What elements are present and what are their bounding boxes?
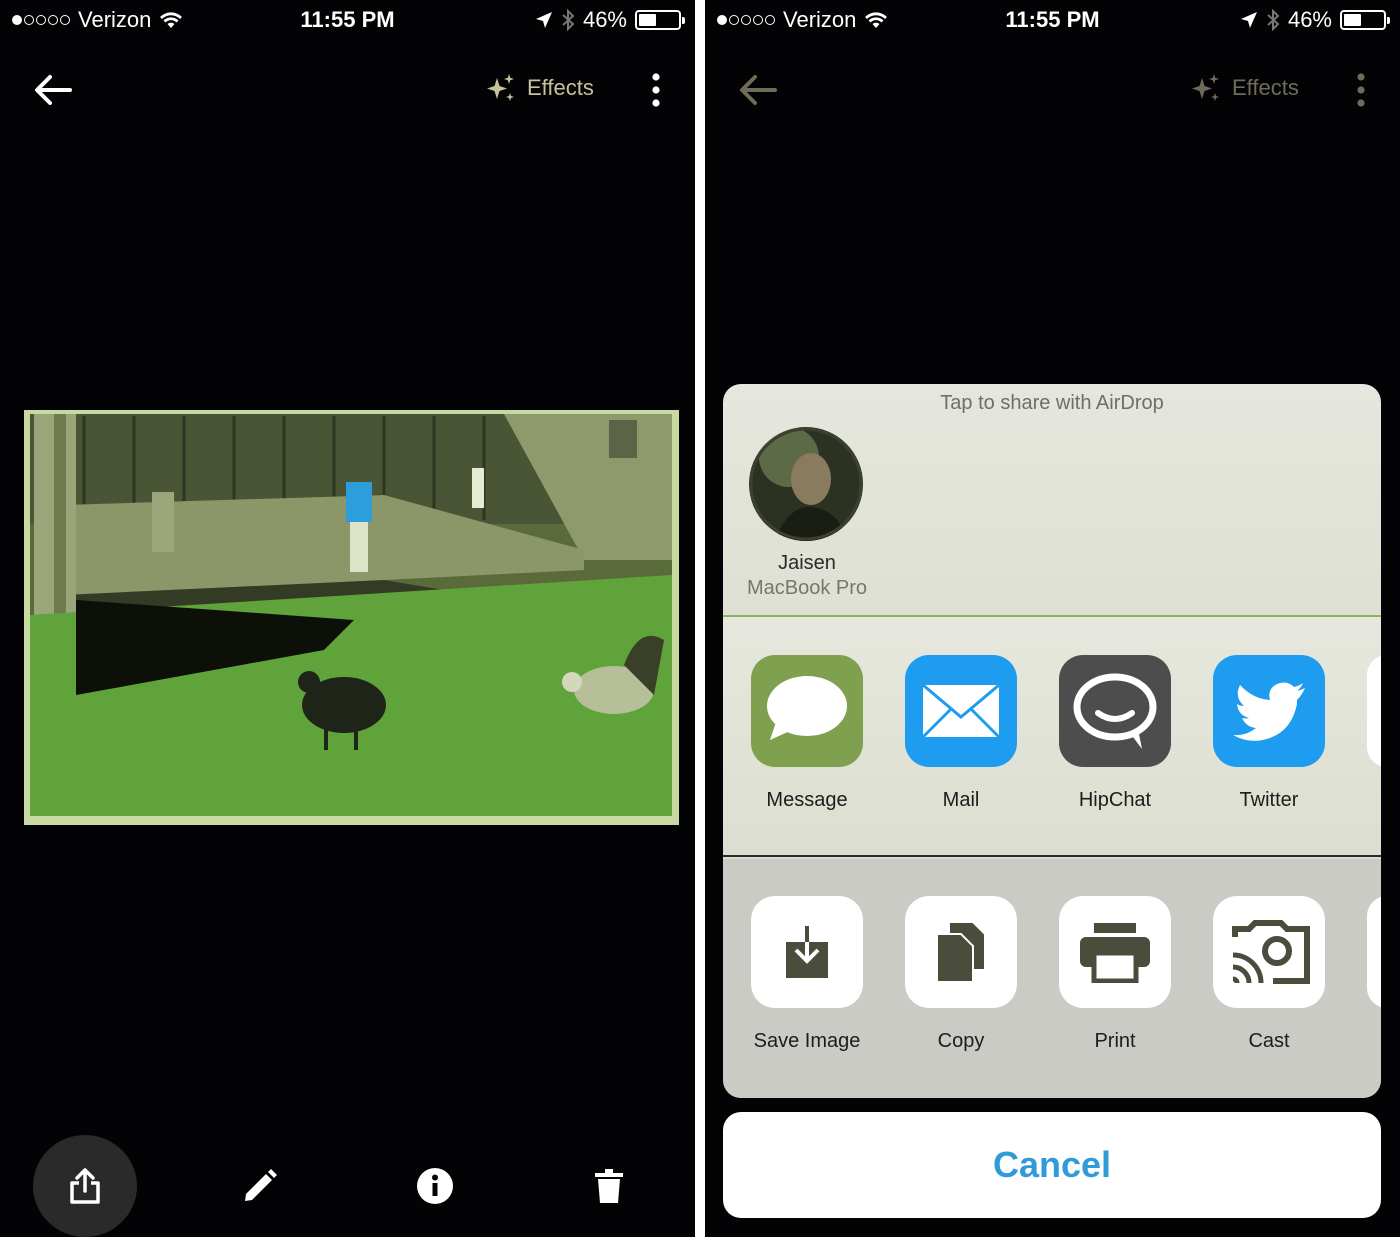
battery-icon (1340, 10, 1390, 30)
bluetooth-icon (562, 9, 575, 31)
share-app-message[interactable]: Message (751, 655, 863, 812)
more-options-icon[interactable] (1345, 72, 1377, 108)
airdrop-section: Tap to share with AirDrop Jaisen MacBook… (723, 384, 1381, 617)
action-label: Print (1094, 1030, 1136, 1052)
airdrop-contact-device: MacBook Pro (746, 577, 868, 599)
message-bubble-icon (751, 655, 863, 767)
battery-percent: 46% (1287, 7, 1332, 32)
share-app-hipchat[interactable]: HipChat (1059, 655, 1171, 812)
cast-icon (1213, 896, 1325, 1008)
airdrop-title: Tap to share with AirDrop (940, 392, 1164, 414)
status-bar: Verizon 11:55 PM 46% (0, 0, 695, 40)
share-app-label: Mail (942, 789, 980, 811)
status-bar: Verizon 11:55 PM 46% (705, 0, 1400, 40)
action-label: Copy (937, 1030, 985, 1052)
battery-icon (635, 10, 685, 30)
airdrop-contact-name: Jaisen (778, 552, 836, 574)
delete-button[interactable] (557, 1135, 661, 1237)
action-label: Save Image (753, 1030, 861, 1052)
top-toolbar: Effects (0, 60, 695, 120)
share-app-label: Message (766, 789, 848, 811)
action-save-image[interactable]: Save Image (751, 896, 863, 1053)
copy-icon (905, 896, 1017, 1008)
share-app-mail[interactable]: Mail (905, 655, 1017, 812)
share-actions-row: Save Image Copy Print Cast (723, 859, 1381, 1098)
effects-button[interactable]: Effects (1190, 72, 1299, 104)
location-arrow-icon (1240, 12, 1257, 28)
share-apps-row: Message Mail HipChat Twitter (723, 617, 1381, 857)
save-image-icon (751, 896, 863, 1008)
effects-label: Effects (1232, 75, 1299, 100)
share-icon (70, 1168, 100, 1204)
avatar[interactable] (749, 427, 863, 541)
battery-percent: 46% (582, 7, 627, 32)
trash-icon (595, 1169, 623, 1203)
back-arrow-icon[interactable] (30, 70, 74, 110)
action-print[interactable]: Print (1059, 896, 1171, 1053)
sparkle-icon (1192, 74, 1219, 101)
back-arrow-icon[interactable] (735, 70, 779, 110)
mail-envelope-icon (905, 655, 1017, 767)
twitter-bird-icon (1213, 655, 1325, 767)
status-right: 46% (535, 7, 685, 33)
bluetooth-icon (1267, 9, 1280, 31)
share-actions-next-peek[interactable] (1367, 896, 1381, 1008)
action-label: Cast (1248, 1030, 1290, 1052)
info-icon (417, 1168, 453, 1204)
print-icon (1059, 896, 1171, 1008)
edit-pencil-icon (245, 1169, 277, 1201)
photo-viewer-screen: Verizon 11:55 PM 46% Effects (0, 0, 695, 1237)
share-button[interactable] (33, 1135, 137, 1237)
share-sheet-screen: Verizon 11:55 PM 46% Effects Tap to shar… (705, 0, 1400, 1237)
hipchat-bubble-icon (1059, 655, 1171, 767)
effects-button[interactable]: Effects (485, 72, 594, 104)
more-options-icon[interactable] (640, 72, 672, 108)
photo-barnyard-chickens[interactable] (24, 410, 679, 825)
top-toolbar: Effects (705, 60, 1400, 120)
share-app-label: Twitter (1239, 789, 1299, 811)
bottom-toolbar (0, 1135, 695, 1237)
edit-button[interactable] (208, 1135, 312, 1237)
screen-divider (695, 0, 705, 1237)
cancel-button[interactable]: Cancel (723, 1112, 1381, 1218)
info-button[interactable] (383, 1135, 487, 1237)
share-app-twitter[interactable]: Twitter (1213, 655, 1325, 812)
action-copy[interactable]: Copy (905, 896, 1017, 1053)
effects-label: Effects (527, 75, 594, 100)
share-app-label: HipChat (1078, 789, 1152, 811)
location-arrow-icon (535, 12, 552, 28)
sparkle-icon (487, 74, 514, 101)
share-sheet: Tap to share with AirDrop Jaisen MacBook… (723, 384, 1381, 1098)
status-right: 46% (1240, 7, 1390, 33)
share-apps-next-peek[interactable] (1367, 655, 1381, 767)
action-cast[interactable]: Cast (1213, 896, 1325, 1053)
